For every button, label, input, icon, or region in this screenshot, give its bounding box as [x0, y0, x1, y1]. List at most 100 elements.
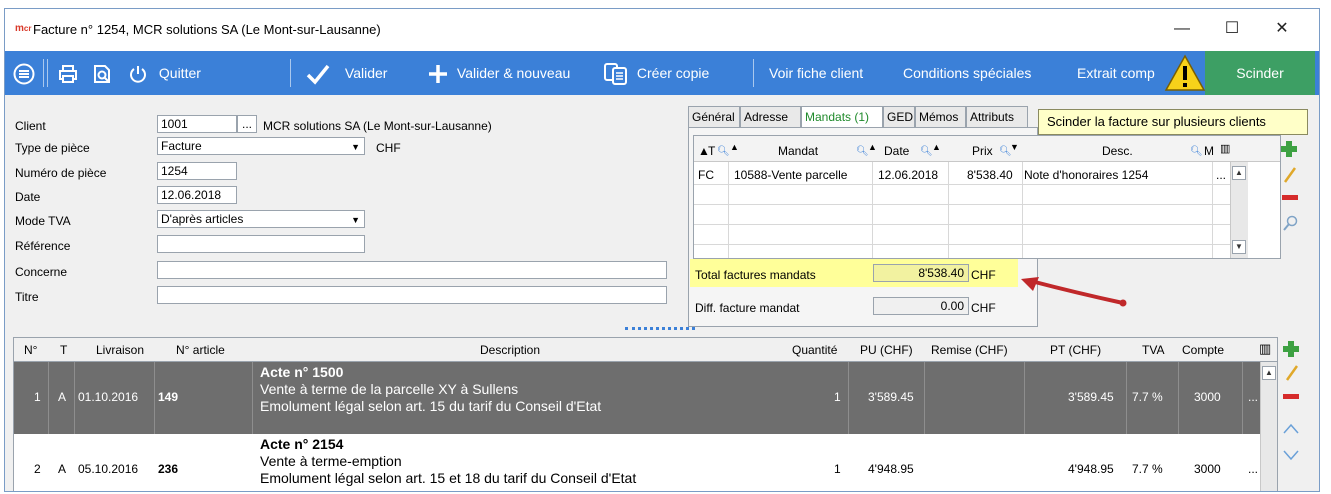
- date-label: Date: [15, 190, 41, 204]
- title-input[interactable]: [157, 286, 667, 304]
- client-sheet-button[interactable]: Voir fiche client: [769, 51, 863, 95]
- lines-scrollbar[interactable]: ▲: [1260, 362, 1277, 491]
- col-header-total-price[interactable]: PT (CHF): [1050, 343, 1101, 357]
- maximize-button[interactable]: ☐: [1217, 17, 1247, 41]
- magnifier-icon[interactable]: [1283, 215, 1299, 231]
- line-desc-title: Acte n° 1500: [260, 364, 344, 380]
- copy-label: Créer copie: [636, 65, 710, 81]
- checkmark-icon: [306, 65, 330, 85]
- validate-button[interactable]: Valider: [305, 51, 387, 95]
- col-header-vat[interactable]: TVA: [1142, 343, 1164, 357]
- col-header-article[interactable]: N° article: [176, 343, 225, 357]
- col-header-mandat[interactable]: Mandat: [778, 144, 818, 158]
- scroll-up-icon[interactable]: ▲: [1262, 366, 1276, 380]
- client-browse-button[interactable]: ...: [237, 115, 257, 133]
- grid-line: [694, 224, 1230, 225]
- line-quantity-cell: 1: [834, 390, 841, 404]
- print-button[interactable]: [57, 51, 79, 95]
- vat-mode-label: Mode TVA: [15, 214, 71, 228]
- line-unit-price-cell: 4'948.95: [868, 462, 914, 476]
- grid-line: [848, 362, 849, 434]
- toolbar-separator: [47, 59, 48, 87]
- scroll-up-icon[interactable]: ▲: [1232, 166, 1246, 180]
- tab-mandates[interactable]: Mandats (1): [801, 106, 883, 128]
- grid-line: [1126, 362, 1127, 434]
- scroll-down-icon[interactable]: ▼: [1232, 240, 1246, 254]
- doc-number-input[interactable]: 1254: [157, 162, 237, 180]
- minimize-button[interactable]: —: [1167, 17, 1197, 41]
- tab-memos[interactable]: Mémos: [915, 106, 966, 128]
- tab-general[interactable]: Général: [688, 106, 740, 128]
- vat-mode-select[interactable]: D'après articles ▼: [157, 210, 365, 228]
- special-conditions-button[interactable]: Conditions spéciales: [903, 51, 1031, 95]
- dropdown-arrow-icon: ▼: [351, 142, 360, 152]
- mandates-grid: ▲ T 🔍︎ ▲ Mandat 🔍︎ ▲ Date 🔍︎ ▲ Prix 🔍︎ ▼…: [693, 135, 1281, 259]
- grid-line: [1242, 362, 1243, 434]
- columns-icon[interactable]: ▥: [1259, 341, 1271, 357]
- col-header-quantity[interactable]: Quantité: [792, 343, 837, 357]
- col-header-t[interactable]: T: [708, 144, 715, 158]
- mandate-price-cell: 8'538.40: [967, 168, 1013, 182]
- preview-button[interactable]: [91, 51, 113, 95]
- search-icon: 🔍︎: [717, 146, 730, 157]
- splitter-handle[interactable]: [625, 327, 695, 330]
- add-icon[interactable]: [1281, 141, 1297, 157]
- line-delivery-cell: 01.10.2016: [78, 390, 139, 404]
- move-down-icon[interactable]: [1283, 449, 1299, 461]
- table-row[interactable]: 2 A 05.10.2016 236 Acte n° 2154 Vente à …: [14, 434, 1277, 491]
- line-vat-cell: 7.7 %: [1132, 462, 1163, 476]
- search-icon: 🔍︎: [856, 146, 869, 157]
- doc-type-select[interactable]: Facture ▼: [157, 137, 365, 155]
- line-desc-line: Vente à terme de la parcelle XY à Sullen…: [260, 381, 519, 397]
- copy-button[interactable]: Créer copie: [603, 51, 709, 95]
- validate-new-button[interactable]: Valider & nouveau: [427, 51, 570, 95]
- menu-button[interactable]: [13, 51, 35, 95]
- client-name: MCR solutions SA (Le Mont-sur-Lausanne): [263, 119, 492, 133]
- edit-pencil-icon[interactable]: [1283, 167, 1297, 183]
- quit-label: Quitter: [158, 65, 201, 81]
- col-header-description[interactable]: Description: [480, 343, 540, 357]
- grid-line: [1024, 362, 1025, 434]
- tab-address[interactable]: Adresse: [740, 106, 801, 128]
- col-header-unit-price[interactable]: PU (CHF): [860, 343, 913, 357]
- col-header-date[interactable]: Date: [884, 144, 909, 158]
- mandates-scrollbar[interactable]: ▲ ▼: [1230, 162, 1248, 258]
- tab-attributes[interactable]: Attributs: [966, 106, 1028, 128]
- split-button[interactable]: Scinder: [1205, 51, 1315, 95]
- table-row[interactable]: 1 A 01.10.2016 149 Acte n° 1500 Vente à …: [14, 362, 1277, 434]
- columns-icon[interactable]: ▥: [1220, 142, 1230, 155]
- line-vat-cell: 7.7 %: [1132, 390, 1163, 404]
- remove-icon[interactable]: [1282, 195, 1298, 201]
- edit-pencil-icon[interactable]: [1285, 365, 1299, 381]
- title-label: Titre: [15, 290, 39, 304]
- add-icon[interactable]: [1283, 341, 1299, 357]
- tab-ged[interactable]: GED: [883, 106, 915, 128]
- col-header-prix[interactable]: Prix: [972, 144, 993, 158]
- mandate-more-button[interactable]: ...: [1216, 168, 1226, 182]
- col-header-m[interactable]: M: [1204, 144, 1214, 158]
- concerne-input[interactable]: [157, 261, 667, 279]
- reference-input[interactable]: [157, 235, 365, 253]
- close-button[interactable]: ✕: [1267, 17, 1297, 41]
- total-mandates-value: 8'538.40: [873, 264, 969, 282]
- col-header-no[interactable]: N°: [24, 343, 37, 357]
- search-icon: 🔍︎: [920, 146, 933, 157]
- extract-button[interactable]: Extrait comp: [1077, 51, 1155, 95]
- col-header-discount[interactable]: Remise (CHF): [931, 343, 1008, 357]
- window-title: Facture n° 1254, MCR solutions SA (Le Mo…: [33, 22, 381, 37]
- dropdown-arrow-icon: ▼: [351, 215, 360, 225]
- move-up-icon[interactable]: [1283, 423, 1299, 435]
- client-code-input[interactable]: 1001: [157, 115, 237, 133]
- validate-new-label: Valider & nouveau: [456, 65, 571, 81]
- col-header-account[interactable]: Compte: [1182, 343, 1224, 357]
- remove-icon[interactable]: [1283, 394, 1299, 400]
- date-input[interactable]: 12.06.2018: [157, 186, 237, 204]
- col-header-livraison[interactable]: Livraison: [96, 343, 144, 357]
- col-header-t[interactable]: T: [60, 343, 67, 357]
- line-more-button[interactable]: ...: [1248, 462, 1258, 476]
- grid-line: [1178, 362, 1179, 434]
- validate-label: Valider: [344, 65, 388, 81]
- quit-button[interactable]: Quitter: [127, 51, 201, 95]
- line-more-button[interactable]: ...: [1248, 390, 1258, 404]
- col-header-desc[interactable]: Desc.: [1102, 144, 1133, 158]
